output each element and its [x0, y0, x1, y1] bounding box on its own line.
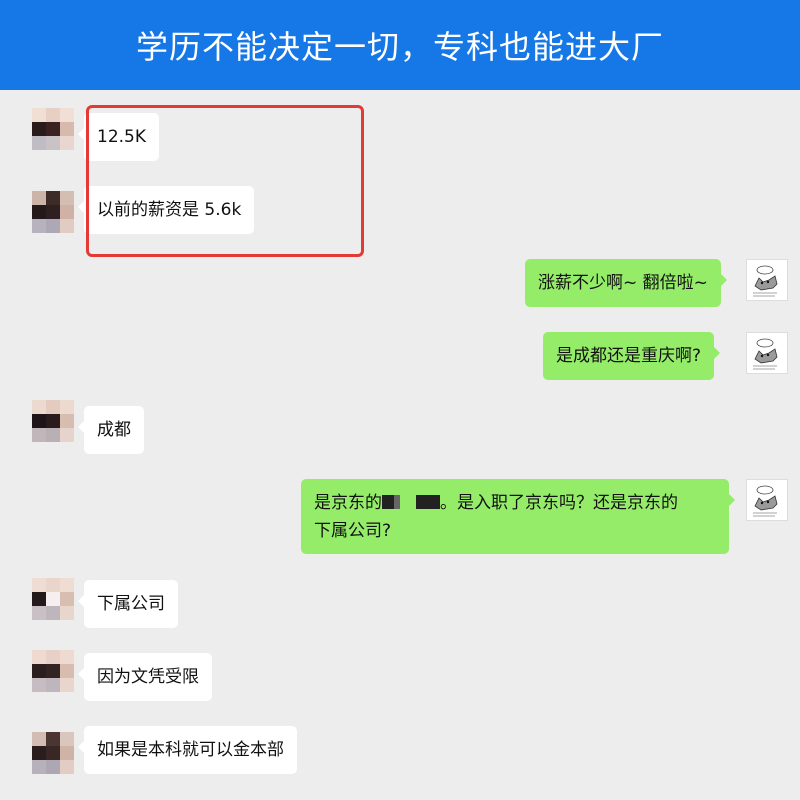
message-bubble[interactable]: 成都 — [78, 406, 144, 454]
cat-sticker-icon — [753, 338, 778, 370]
self-avatar[interactable] — [746, 332, 788, 374]
contact-avatar[interactable] — [32, 732, 74, 774]
message-text: 是京东的 — [314, 493, 382, 513]
message-bubble[interactable]: 涨薪不少啊~ 翻倍啦~ — [525, 259, 727, 307]
message-text: 。是入职了京东吗？还是京东的 — [440, 493, 678, 513]
message-bubble[interactable]: 因为文凭受限 — [78, 653, 212, 701]
contact-avatar[interactable] — [32, 191, 74, 233]
message-text: 下属公司 — [97, 594, 165, 614]
contact-avatar[interactable] — [32, 650, 74, 692]
message-text: 下属公司? — [314, 521, 392, 541]
message-text: 涨薪不少啊~ 翻倍啦~ — [538, 273, 708, 293]
cat-sticker-icon — [753, 265, 778, 297]
message-bubble[interactable]: 下属公司 — [78, 580, 178, 628]
message-text: 如果是本科就可以金本部 — [97, 740, 284, 760]
page-title-banner: 学历不能决定一切，专科也能进大厂 — [0, 0, 800, 90]
contact-avatar[interactable] — [32, 108, 74, 150]
message-text: 是成都还是重庆啊? — [556, 346, 702, 366]
self-avatar[interactable] — [746, 479, 788, 521]
cat-sticker-icon — [753, 485, 778, 517]
redacted-block — [394, 495, 400, 509]
message-text: 成都 — [97, 420, 131, 440]
message-bubble[interactable]: 是京东的 。是入职了京东吗？还是京东的 下属公司? — [301, 479, 735, 554]
message-bubble[interactable]: 以前的薪资是 5.6k — [77, 186, 255, 234]
message-text: 因为文凭受限 — [97, 667, 199, 687]
message-text: 12.5K — [97, 127, 146, 147]
message-bubble[interactable]: 12.5K — [78, 113, 159, 161]
contact-avatar[interactable] — [32, 578, 74, 620]
banner-title: 学历不能决定一切，专科也能进大厂 — [135, 28, 664, 66]
redacted-block — [428, 495, 440, 509]
message-bubble[interactable]: 如果是本科就可以金本部 — [78, 726, 297, 774]
message-text: 以前的薪资是 5.6k — [97, 200, 242, 220]
redacted-block — [416, 495, 428, 509]
contact-avatar[interactable] — [32, 400, 74, 442]
self-avatar[interactable] — [746, 259, 788, 301]
redacted-block — [382, 495, 394, 509]
message-bubble[interactable]: 是成都还是重庆啊? — [543, 332, 721, 380]
